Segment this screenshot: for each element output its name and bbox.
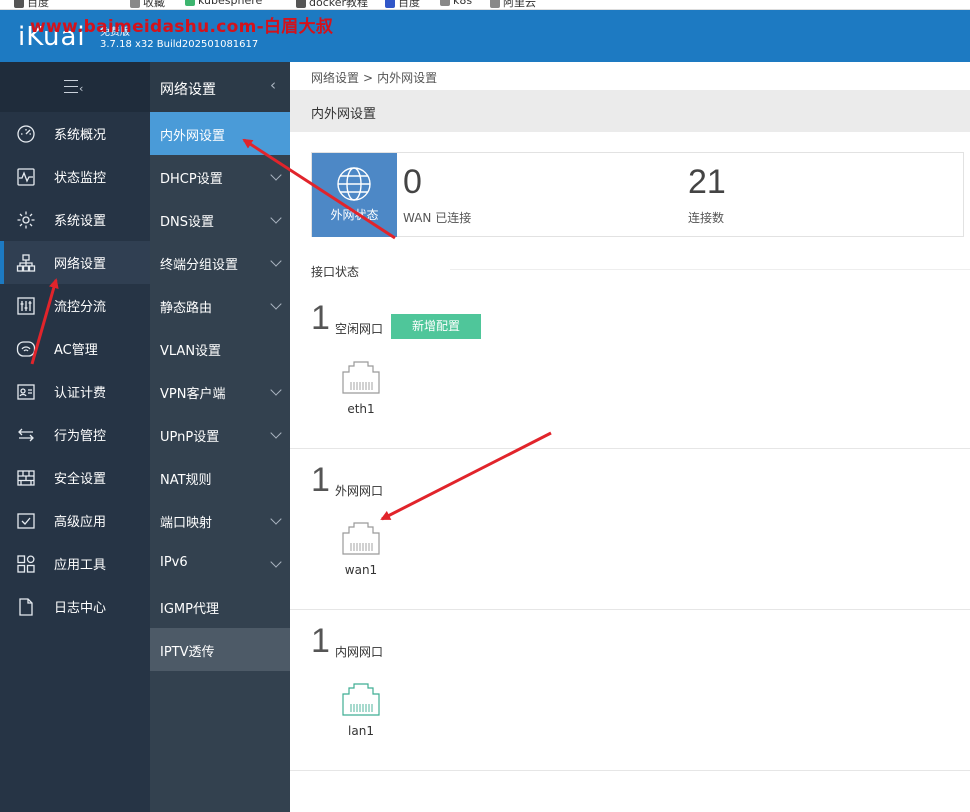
sidebar-item-log-center[interactable]: 日志中心 (0, 585, 150, 628)
breadcrumb-item[interactable]: 网络设置 (311, 71, 359, 85)
breadcrumb: 网络设置 > 内外网设置 (311, 71, 438, 85)
pulse-icon (16, 167, 36, 187)
chevron-down-icon (270, 427, 282, 439)
gear-icon (16, 210, 36, 230)
chevron-down-icon (270, 212, 282, 224)
chevron-down-icon (270, 384, 282, 396)
subnav-port-mapping[interactable]: 端口映射 (150, 499, 290, 542)
exchange-icon (16, 425, 36, 445)
firewall-icon (16, 468, 36, 488)
sidebar-item-network-settings[interactable]: 网络设置 (0, 241, 150, 284)
sub-sidebar: 网络设置 ‹ 内外网设置 DHCP设置 DNS设置 终端分组设置 静态路由 VL… (150, 62, 290, 812)
tools-icon (16, 554, 36, 574)
subnav-upnp[interactable]: UPnP设置 (150, 413, 290, 456)
breadcrumb-item: 内外网设置 (377, 71, 438, 85)
subnav-dns[interactable]: DNS设置 (150, 198, 290, 241)
page-title-bar: 内外网设置 (290, 90, 970, 132)
sidebar-toggle[interactable]: ‹ (0, 62, 150, 112)
subnav-terminal-groups[interactable]: 终端分组设置 (150, 241, 290, 284)
main-content: 网络设置 > 内外网设置 内外网设置 外网状态 0 WAN 已连接 21 连接数 接… (290, 62, 970, 812)
chevron-down-icon (270, 169, 282, 181)
connection-count-label: 连接数 (688, 211, 725, 225)
sidebar-item-overview[interactable]: 系统概况 (0, 112, 150, 155)
subnav-dhcp[interactable]: DHCP设置 (150, 155, 290, 198)
subbar-header: 网络设置 ‹ (150, 62, 290, 112)
wan-status-caption: 外网状态 (330, 208, 379, 222)
wan-status-tile[interactable]: 外网状态 (312, 153, 397, 237)
bookmark-item[interactable]: 百度 (14, 0, 49, 9)
main-sidebar: ‹ 系统概况 状态监控 系统设置 网络设置 流控分流 AC管理 认证计费 行为管… (0, 62, 150, 812)
sidebar-item-ac-management[interactable]: AC管理 (0, 327, 150, 370)
bookmarks-bar: 百度 收藏 kubesphere docker教程 百度 k8s 阿里云 (0, 0, 970, 10)
idle-ports-group: 1 空闲网口 新增配置 eth1 (290, 287, 970, 449)
add-config-button[interactable]: 新增配置 (391, 314, 481, 339)
interface-status-heading: 接口状态 (311, 265, 360, 279)
ethernet-port-icon (342, 361, 380, 394)
bookmark-item[interactable]: kubesphere (185, 0, 262, 7)
wan-status-panel: 外网状态 0 WAN 已连接 21 连接数 (311, 152, 964, 237)
divider (450, 269, 970, 270)
chevron-down-icon (270, 513, 282, 525)
connection-count: 21 (688, 163, 726, 201)
sidebar-item-security[interactable]: 安全设置 (0, 456, 150, 499)
port-wan1[interactable]: wan1 (341, 521, 381, 577)
wan-port-count: 1 (311, 461, 330, 499)
chevron-left-icon[interactable]: ‹ (270, 76, 276, 94)
subnav-static-route[interactable]: 静态路由 (150, 284, 290, 327)
ethernet-port-icon (342, 683, 380, 716)
lan-ports-group: 1 内网网口 lan1 (290, 610, 970, 771)
id-card-icon (16, 382, 36, 402)
port-eth1[interactable]: eth1 (341, 360, 381, 416)
dashboard-icon (16, 124, 36, 144)
lan-port-count: 1 (311, 622, 330, 660)
idle-port-label: 空闲网口 (335, 322, 384, 336)
wan-ports-group: 1 外网网口 wan1 (290, 449, 970, 610)
bookmark-item[interactable]: docker教程 (296, 0, 368, 9)
subnav-ipv6[interactable]: IPv6 (150, 542, 290, 585)
port-name: lan1 (348, 724, 374, 738)
bookmark-item[interactable]: 收藏 (130, 0, 165, 9)
chevron-down-icon (270, 298, 282, 310)
menu-collapse-icon[interactable]: ‹ (64, 80, 84, 96)
subnav-vpn-client[interactable]: VPN客户端 (150, 370, 290, 413)
sidebar-item-advanced-apps[interactable]: 高级应用 (0, 499, 150, 542)
bookmark-item[interactable]: k8s (440, 0, 472, 7)
subnav-igmp-proxy[interactable]: IGMP代理 (150, 585, 290, 628)
subnav-vlan[interactable]: VLAN设置 (150, 327, 290, 370)
wifi-icon (16, 339, 36, 359)
sidebar-item-monitor[interactable]: 状态监控 (0, 155, 150, 198)
checklist-icon (16, 511, 36, 531)
idle-port-count: 1 (311, 299, 330, 337)
port-lan1[interactable]: lan1 (341, 682, 381, 738)
subnav-wan-lan-settings[interactable]: 内外网设置 (150, 112, 290, 155)
watermark-text: www.baimeidashu.com-白眉大叔 (30, 17, 334, 37)
sidebar-item-auth-billing[interactable]: 认证计费 (0, 370, 150, 413)
globe-icon (337, 167, 371, 201)
subnav-iptv-passthrough[interactable]: IPTV透传 (150, 628, 290, 671)
bookmark-item[interactable]: 百度 (385, 0, 420, 9)
bookmark-item[interactable]: 阿里云 (490, 0, 536, 9)
port-name: wan1 (344, 563, 378, 577)
subnav-nat-rules[interactable]: NAT规则 (150, 456, 290, 499)
ethernet-port-icon (342, 522, 380, 555)
wan-port-label: 外网网口 (335, 484, 384, 498)
sidebar-item-behavior-control[interactable]: 行为管控 (0, 413, 150, 456)
build-version: 3.7.18 x32 Build202501081617 (100, 39, 259, 50)
chevron-down-icon (270, 255, 282, 267)
page-title: 内外网设置 (311, 107, 377, 122)
chevron-down-icon (270, 556, 282, 568)
sidebar-item-flow-control[interactable]: 流控分流 (0, 284, 150, 327)
port-name: eth1 (347, 402, 375, 416)
lan-port-label: 内网网口 (335, 645, 384, 659)
sliders-icon (16, 296, 36, 316)
network-icon (16, 253, 36, 273)
document-icon (16, 597, 36, 617)
sidebar-item-system-settings[interactable]: 系统设置 (0, 198, 150, 241)
wan-connected-label: WAN 已连接 (403, 211, 472, 225)
subbar-title: 网络设置 (160, 82, 216, 98)
wan-connected-count: 0 (403, 163, 422, 201)
sidebar-item-tools[interactable]: 应用工具 (0, 542, 150, 585)
